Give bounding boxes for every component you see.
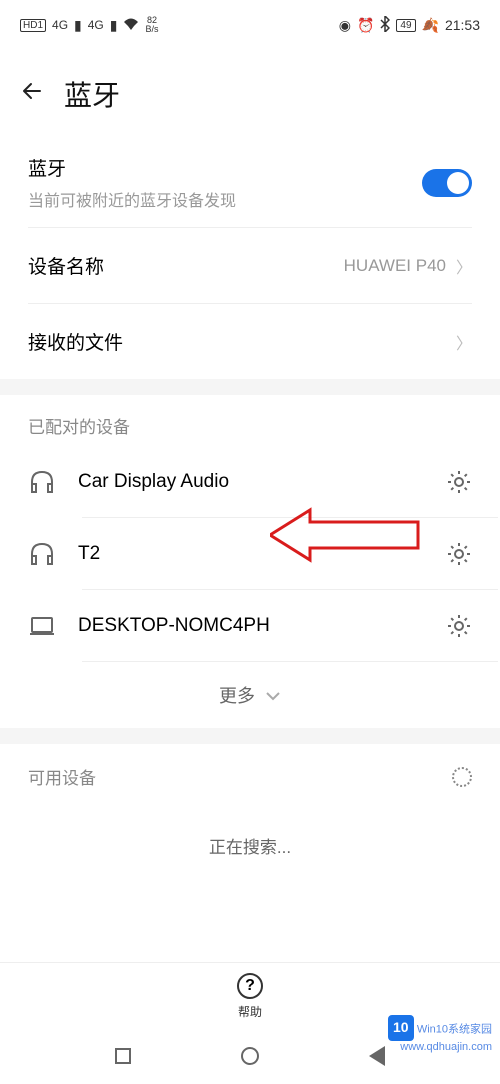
alarm-icon: ⏰ — [357, 17, 374, 34]
paired-devices-header: 已配对的设备 — [0, 395, 500, 446]
clock-time: 21:53 — [445, 17, 480, 33]
spinner-icon — [452, 767, 472, 787]
headphones-icon — [28, 540, 56, 568]
hd-indicator: HD1 — [20, 19, 46, 32]
received-files-row[interactable]: 接收的文件 〉 — [28, 304, 472, 379]
nav-back-button[interactable] — [369, 1046, 385, 1066]
help-label: 帮助 — [238, 1003, 262, 1020]
nav-home-button[interactable] — [241, 1047, 259, 1065]
device-name: Car Display Audio — [78, 471, 424, 493]
available-devices-header: 可用设备 — [0, 744, 500, 809]
help-icon: ? — [237, 973, 263, 999]
bluetooth-toggle[interactable] — [422, 169, 472, 197]
status-bar: HD1 4G ▮ 4G ▮ 82 B/s ◉ ⏰ 49 🍂 21:53 — [0, 0, 500, 50]
leaf-icon: 🍂 — [422, 17, 439, 34]
watermark-line2: www.qdhuajin.com — [400, 1041, 492, 1053]
signal-bars-icon: ▮ — [74, 17, 82, 34]
chevron-right-icon: 〉 — [456, 254, 472, 278]
eye-icon: ◉ — [339, 17, 351, 34]
paired-device-row[interactable]: Car Display Audio — [0, 446, 500, 518]
page-header: 蓝牙 — [0, 50, 500, 142]
signal-2: 4G — [88, 18, 104, 32]
wifi-icon — [123, 17, 139, 33]
device-name: DESKTOP-NOMC4PH — [78, 615, 424, 637]
searching-text: 正在搜索... — [0, 809, 500, 978]
bluetooth-label: 蓝牙 — [28, 154, 236, 181]
gear-icon[interactable] — [446, 541, 472, 567]
gear-icon[interactable] — [446, 613, 472, 639]
paired-device-row[interactable]: DESKTOP-NOMC4PH — [0, 590, 500, 662]
paired-device-row[interactable]: T2 — [0, 518, 500, 590]
back-button[interactable] — [20, 79, 44, 110]
gear-icon[interactable] — [446, 469, 472, 495]
more-button[interactable]: 更多 — [0, 662, 500, 728]
device-name-label: 设备名称 — [28, 252, 104, 279]
bluetooth-subtitle: 当前可被附近的蓝牙设备发现 — [28, 187, 236, 211]
bluetooth-icon — [380, 16, 390, 35]
watermark-logo: 10 — [388, 1015, 414, 1041]
watermark-line1: Win10系统家园 — [417, 1023, 492, 1035]
signal-1: 4G — [52, 18, 68, 32]
received-files-label: 接收的文件 — [28, 328, 123, 355]
available-label: 可用设备 — [28, 764, 96, 789]
watermark: 10 Win10系统家园 www.qdhuajin.com — [388, 1015, 492, 1054]
battery-indicator: 49 — [396, 19, 415, 32]
data-speed: 82 B/s — [145, 16, 158, 34]
headphones-icon — [28, 468, 56, 496]
device-name: T2 — [78, 543, 424, 565]
page-title: 蓝牙 — [64, 74, 120, 114]
nav-recent-button[interactable] — [115, 1048, 131, 1064]
device-name-value: HUAWEI P40 — [344, 256, 446, 276]
bluetooth-toggle-row[interactable]: 蓝牙 当前可被附近的蓝牙设备发现 — [28, 142, 472, 228]
chevron-down-icon — [265, 685, 281, 706]
signal-bars-icon-2: ▮ — [110, 17, 118, 34]
laptop-icon — [28, 612, 56, 640]
device-name-row[interactable]: 设备名称 HUAWEI P40 〉 — [28, 228, 472, 304]
more-label: 更多 — [219, 682, 255, 708]
chevron-right-icon: 〉 — [456, 330, 472, 354]
